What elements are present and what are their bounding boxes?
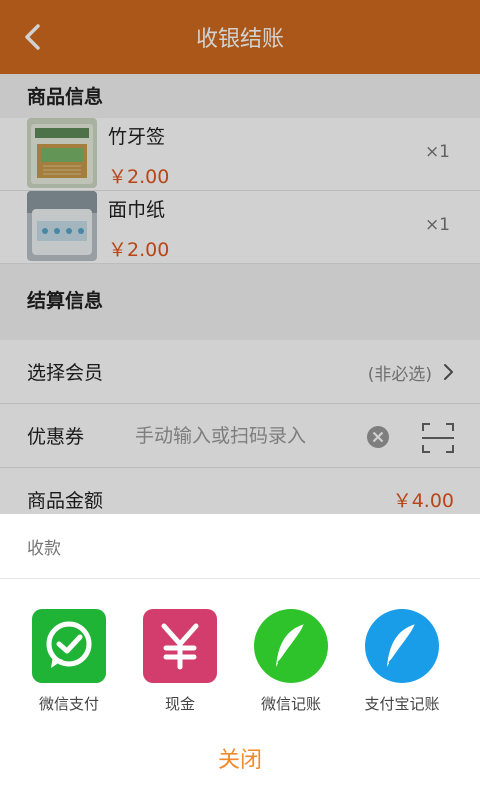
pay-option-alipay-record[interactable]: 支付宝记账: [356, 609, 448, 714]
pay-option-label: 微信记账: [260, 695, 321, 713]
wechat-pay-icon: [32, 609, 106, 683]
pay-option-cash[interactable]: 现金: [134, 609, 226, 714]
feather-icon: [365, 609, 439, 683]
close-button[interactable]: 关闭: [190, 741, 290, 781]
pay-option-wechat-record[interactable]: 微信记账: [245, 609, 337, 714]
pay-option-label: 支付宝记账: [364, 695, 440, 713]
pay-option-wechat[interactable]: 微信支付: [23, 609, 115, 714]
sheet-title: 收款: [27, 539, 61, 559]
pay-option-label: 微信支付: [38, 695, 99, 713]
feather-icon: [254, 609, 328, 683]
yuan-icon: [143, 609, 217, 683]
payment-sheet: 收款 微信支付 现金 微信记账 支付宝记账 关闭: [0, 514, 480, 800]
divider: [0, 578, 480, 579]
pay-option-label: 现金: [164, 695, 195, 713]
